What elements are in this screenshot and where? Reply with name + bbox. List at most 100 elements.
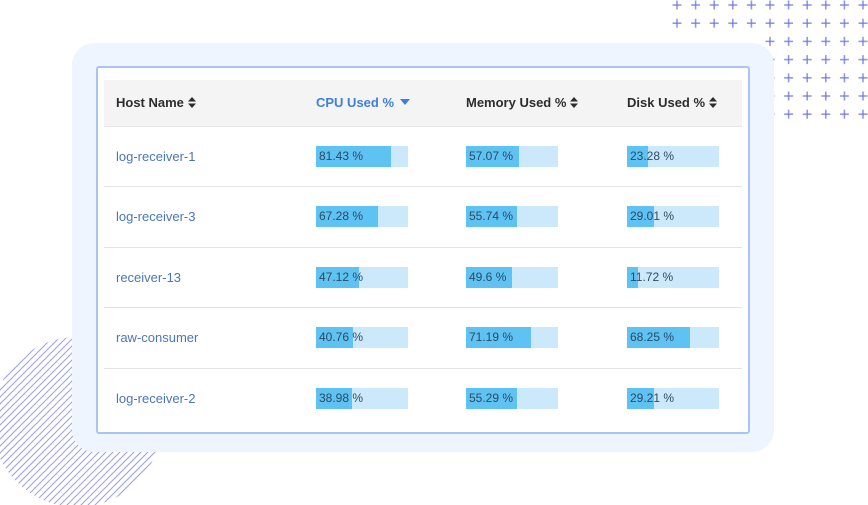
table-row: log-receiver-3 67.28 % 55.74 % 29.01 % xyxy=(104,186,742,248)
plus-mark xyxy=(784,73,794,83)
sort-both-icon[interactable] xyxy=(709,97,718,109)
plus-mark xyxy=(765,36,775,46)
cell-cpu-used: 40.76 % xyxy=(304,307,454,369)
plus-mark xyxy=(746,0,756,10)
memory-used-progress-bar: 71.19 % xyxy=(466,327,558,349)
column-label: Host Name xyxy=(116,95,184,111)
plus-mark xyxy=(802,73,812,83)
plus-mark xyxy=(858,91,868,101)
plus-mark xyxy=(821,73,831,83)
column-header-cpu-used[interactable]: CPU Used % xyxy=(304,80,454,127)
plus-mark xyxy=(672,18,682,28)
memory-used-value: 55.74 % xyxy=(469,209,514,224)
plus-mark xyxy=(728,0,738,10)
cell-host-name: log-receiver-3 xyxy=(104,186,304,248)
plus-mark xyxy=(839,55,849,65)
memory-used-progress-bar: 55.29 % xyxy=(466,388,558,409)
disk-used-value: 29.01 % xyxy=(630,209,675,224)
memory-used-progress-bar: 55.74 % xyxy=(466,206,558,228)
sort-both-icon[interactable] xyxy=(187,97,196,109)
disk-used-value: 11.72 % xyxy=(630,269,674,284)
host-metrics-table: Host Name CPU Used % Memory Used % Disk … xyxy=(104,80,742,429)
cell-host-name: raw-consumer xyxy=(104,307,304,369)
plus-mark xyxy=(821,55,831,65)
cell-disk-used: 68.25 % xyxy=(615,307,742,369)
sort-both-icon[interactable] xyxy=(570,97,579,109)
cell-memory-used: 49.6 % xyxy=(454,247,615,308)
plus-mark xyxy=(802,36,812,46)
plus-mark xyxy=(784,55,794,65)
plus-mark xyxy=(746,18,756,28)
memory-used-value: 55.29 % xyxy=(469,391,514,405)
plus-mark xyxy=(821,0,831,10)
cpu-used-value: 38.98 % xyxy=(319,391,364,405)
disk-used-progress-bar: 11.72 % xyxy=(627,266,719,288)
plus-mark xyxy=(691,0,701,10)
cpu-used-progress-bar: 47.12 % xyxy=(316,266,408,288)
table-header-row: Host Name CPU Used % Memory Used % Disk … xyxy=(104,80,742,127)
cell-host-name: log-receiver-2 xyxy=(104,368,304,429)
disk-used-progress-bar: 23.28 % xyxy=(627,145,719,167)
plus-mark xyxy=(858,18,868,28)
disk-used-progress-bar: 29.01 % xyxy=(627,206,719,228)
cpu-used-progress-bar: 67.28 % xyxy=(316,206,408,228)
cell-disk-used: 29.21 % xyxy=(615,368,742,429)
plus-mark xyxy=(784,109,794,119)
hatch-line xyxy=(0,337,49,505)
plus-mark xyxy=(802,0,812,10)
plus-mark xyxy=(858,109,868,119)
cpu-used-value: 67.28 % xyxy=(319,209,364,224)
hatch-line xyxy=(0,337,70,505)
memory-used-progress-bar: 49.6 % xyxy=(466,266,558,288)
cell-cpu-used: 81.43 % xyxy=(304,126,454,187)
disk-used-value: 68.25 % xyxy=(630,330,675,345)
table-row: log-receiver-1 81.43 % 57.07 % 23.28 % xyxy=(104,126,742,187)
plus-mark xyxy=(839,109,849,119)
plus-mark xyxy=(802,18,812,28)
plus-mark xyxy=(672,0,682,10)
column-header-host-name[interactable]: Host Name xyxy=(104,80,304,127)
plus-mark xyxy=(802,55,812,65)
cell-disk-used: 23.28 % xyxy=(615,126,742,187)
memory-used-value: 71.19 % xyxy=(469,330,514,345)
plus-mark xyxy=(802,91,812,101)
cpu-used-value: 47.12 % xyxy=(319,269,364,284)
column-header-disk-used[interactable]: Disk Used % xyxy=(615,80,742,127)
plus-mark xyxy=(765,0,775,10)
host-link[interactable]: receiver-13 xyxy=(116,270,181,285)
disk-used-value: 29.21 % xyxy=(630,391,675,405)
plus-mark xyxy=(839,36,849,46)
cell-host-name: log-receiver-1 xyxy=(104,126,304,187)
cell-disk-used: 11.72 % xyxy=(615,247,742,308)
cpu-used-progress-bar: 81.43 % xyxy=(316,145,408,167)
plus-mark xyxy=(821,36,831,46)
cpu-used-progress-bar: 40.76 % xyxy=(316,327,408,349)
host-link[interactable]: raw-consumer xyxy=(116,330,198,345)
plus-mark xyxy=(765,18,775,28)
plus-mark xyxy=(784,91,794,101)
disk-used-progress-bar: 29.21 % xyxy=(627,388,719,409)
column-header-memory-used[interactable]: Memory Used % xyxy=(454,80,615,127)
plus-mark xyxy=(709,0,719,10)
column-label: Disk Used % xyxy=(627,95,706,111)
plus-mark xyxy=(802,109,812,119)
disk-used-value: 23.28 % xyxy=(630,148,675,163)
host-link[interactable]: log-receiver-3 xyxy=(116,209,195,224)
memory-used-value: 57.07 % xyxy=(469,148,514,163)
cell-cpu-used: 47.12 % xyxy=(304,247,454,308)
plus-mark xyxy=(858,55,868,65)
plus-mark xyxy=(858,0,868,10)
hatch-line xyxy=(0,337,42,505)
plus-mark xyxy=(691,18,701,28)
plus-mark xyxy=(839,18,849,28)
cell-cpu-used: 67.28 % xyxy=(304,186,454,248)
sort-desc-icon[interactable] xyxy=(400,99,411,106)
plus-mark xyxy=(821,91,831,101)
cell-memory-used: 55.74 % xyxy=(454,186,615,248)
host-metrics-panel: Host Name CPU Used % Memory Used % Disk … xyxy=(96,66,750,434)
plus-mark xyxy=(858,73,868,83)
table-row: log-receiver-2 38.98 % 55.29 % 29.21 % xyxy=(104,368,742,429)
host-link[interactable]: log-receiver-1 xyxy=(116,149,195,164)
cell-host-name: receiver-13 xyxy=(104,247,304,308)
host-link[interactable]: log-receiver-2 xyxy=(116,391,195,406)
